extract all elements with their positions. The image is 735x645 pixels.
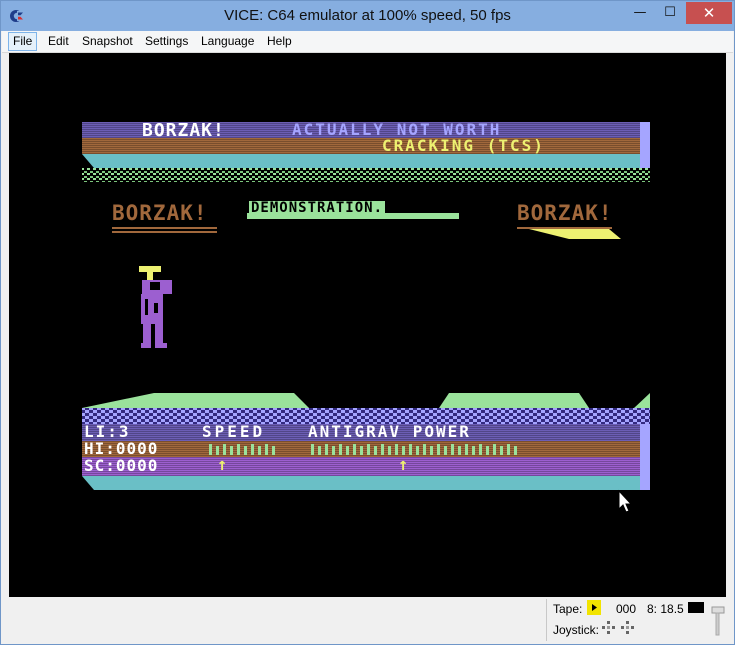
tape-play-icon[interactable]	[587, 600, 601, 615]
joystick-label: Joystick:	[553, 623, 600, 637]
resize-grip-icon[interactable]	[710, 603, 728, 639]
hud-hiscore: HI:0000	[84, 439, 159, 458]
logo-right-flare	[529, 229, 621, 239]
logo-left: BORZAK!	[112, 201, 208, 225]
joystick-port1-icon[interactable]	[602, 621, 616, 635]
logo-right-underline	[517, 227, 612, 229]
title-bar[interactable]: VICE: C64 emulator at 100% speed, 50 fps…	[1, 1, 734, 31]
hill-right	[439, 393, 589, 408]
hud-lives: LI:3	[84, 422, 131, 441]
menu-file[interactable]: File	[8, 32, 38, 51]
demonstration-label: DEMONSTRATION.	[249, 200, 386, 216]
hill-left	[82, 393, 309, 408]
banner-grass-strip	[82, 168, 650, 182]
drive-led-icon	[688, 602, 704, 613]
speed-pointer-icon: ↑	[217, 455, 228, 475]
logo-right: BORZAK!	[517, 201, 613, 225]
banner-line2: CRACKING (TCS)	[382, 136, 545, 155]
banner-edge	[640, 122, 650, 168]
joystick-port2-icon[interactable]	[621, 621, 635, 635]
banner-cyan-ledge	[82, 154, 640, 168]
menu-bar: File Edit Snapshot Settings Language Hel…	[2, 31, 733, 53]
hud-antigrav-label: ANTIGRAV POWER	[308, 422, 471, 441]
hud-cyan-ledge	[82, 476, 640, 490]
window-title: VICE: C64 emulator at 100% speed, 50 fps	[224, 7, 511, 24]
logo-left-underline	[112, 227, 217, 229]
menu-help[interactable]: Help	[263, 33, 296, 50]
drive-status: 8: 18.5	[647, 602, 684, 616]
menu-snapshot[interactable]: Snapshot	[78, 33, 137, 50]
player-sprite	[139, 266, 172, 348]
status-separator	[546, 599, 547, 641]
tape-label: Tape:	[553, 602, 583, 616]
tape-counter: 000	[616, 602, 637, 616]
maximize-button[interactable]: ☐	[656, 2, 684, 24]
minimize-button[interactable]: —	[626, 2, 654, 24]
menu-edit[interactable]: Edit	[44, 33, 73, 50]
hud-edge	[640, 424, 650, 490]
c64-screen[interactable]: BORZAK! ACTUALLY NOT WORTH CRACKING (TCS…	[9, 53, 726, 597]
hill-edge	[634, 393, 650, 408]
menu-language[interactable]: Language	[197, 33, 258, 50]
close-button[interactable]: ✕	[686, 2, 732, 24]
hud-panel	[82, 393, 650, 490]
mouse-cursor-icon	[618, 489, 633, 513]
status-bar: Tape: 000 8: 18.5 Joystick:	[2, 597, 733, 644]
hud-score: SC:0000	[84, 456, 159, 475]
hud-speed-label: SPEED	[202, 422, 266, 441]
banner-title: BORZAK!	[142, 120, 225, 141]
antigrav-pointer-icon: ↑	[398, 455, 409, 475]
menu-settings[interactable]: Settings	[141, 33, 192, 50]
emulator-window: VICE: C64 emulator at 100% speed, 50 fps…	[0, 0, 735, 645]
